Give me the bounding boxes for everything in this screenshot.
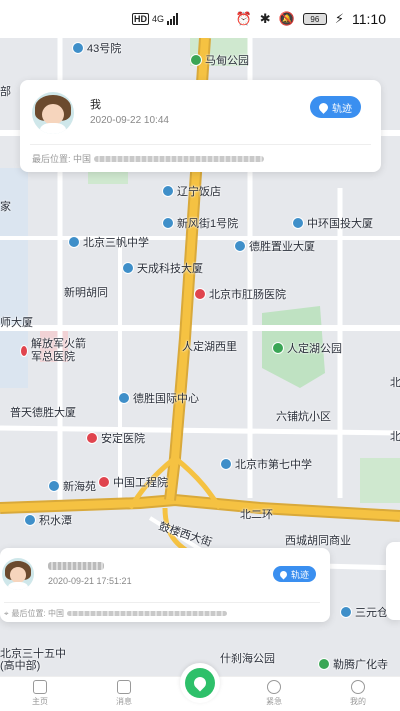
bluetooth-icon: ✱ xyxy=(259,11,271,26)
map-poi[interactable]: 北 xyxy=(390,428,400,444)
map-poi[interactable]: 人定湖公园 xyxy=(272,340,342,356)
message-icon xyxy=(117,680,131,694)
nav-emergency-label: 紧急 xyxy=(266,697,282,706)
map-poi[interactable]: 西城胡同商业 xyxy=(285,532,351,548)
map-poi[interactable]: 普天德胜大厦 xyxy=(10,404,76,420)
track-button-label: 轨迹 xyxy=(332,103,352,115)
network-type: 4G xyxy=(152,14,165,24)
battery-icon: 96 xyxy=(302,13,327,25)
clock: 11:10 xyxy=(352,11,386,27)
location-pin-icon xyxy=(191,674,209,692)
nav-messages[interactable]: 消息 xyxy=(94,680,154,707)
nav-emergency[interactable]: 紧急 xyxy=(244,680,304,707)
redacted-address xyxy=(94,155,265,162)
redacted-address xyxy=(66,611,227,616)
charging-icon: ⚡ xyxy=(334,11,344,26)
nav-mine-label: 我的 xyxy=(350,697,366,706)
map-poi[interactable]: 辽宁饭店 xyxy=(162,183,221,199)
member-timestamp: 2020-09-21 17:51:21 xyxy=(48,576,132,586)
hd-badge: HD xyxy=(132,13,149,25)
status-bar: HD 4G ⏰ ✱ 🔕 96 ⚡ 11:10 xyxy=(0,0,400,38)
divider xyxy=(4,602,320,603)
network-indicators: HD 4G xyxy=(132,13,179,25)
alarm-icon: ⏰ xyxy=(235,11,252,26)
signal-icon xyxy=(167,13,179,25)
map-poi[interactable]: 新海苑 xyxy=(48,478,96,494)
track-button[interactable]: 轨迹 xyxy=(310,96,361,118)
last-position-label: 最后位置: 中国 xyxy=(32,154,92,164)
map-poi[interactable]: 三元仓 xyxy=(340,604,388,620)
track-button[interactable]: 轨迹 xyxy=(272,566,316,582)
map-poi[interactable]: 43号院 xyxy=(72,40,121,56)
map-poi[interactable]: 北京市肛肠医院 xyxy=(194,286,286,302)
location-pin-icon xyxy=(278,569,289,579)
map-poi[interactable]: 人定湖西里 xyxy=(182,338,237,354)
home-icon xyxy=(33,680,47,694)
status-right: ⏰ ✱ 🔕 96 ⚡ 11:10 xyxy=(236,11,386,27)
map-poi[interactable]: 部 xyxy=(0,83,11,99)
map-poi[interactable]: 什刹海公园 xyxy=(220,650,275,666)
profile-icon xyxy=(351,680,365,694)
map-poi[interactable]: 勒腾广化寺 xyxy=(318,656,388,672)
location-icon: ⌖ xyxy=(4,608,9,618)
mute-icon: 🔕 xyxy=(278,11,295,26)
park-area xyxy=(360,458,400,503)
map-poi[interactable]: 天成科技大厦 xyxy=(122,260,203,276)
map-poi[interactable]: 马甸公园 xyxy=(190,52,249,68)
location-pin-icon xyxy=(317,100,330,114)
member-name-redacted xyxy=(48,560,104,572)
map-poi[interactable]: 德胜国际中心 xyxy=(118,390,199,406)
alarm-light-icon xyxy=(267,680,281,694)
map-poi[interactable]: 中国工程院 xyxy=(98,474,168,490)
last-position: 最后位置: 中国 xyxy=(32,152,265,165)
last-position: ⌖ 最后位置: 中国 xyxy=(4,608,227,619)
map-poi[interactable]: 解放军火箭军总医院 xyxy=(20,338,90,364)
map-poi[interactable]: 北 xyxy=(390,374,400,390)
member-name: 我 xyxy=(90,99,101,111)
nav-home-label: 主页 xyxy=(32,697,48,706)
map-poi[interactable]: 安定医院 xyxy=(86,430,145,446)
map-poi[interactable]: 六铺炕小区 xyxy=(276,408,331,424)
map-poi[interactable]: 师大厦 xyxy=(0,314,33,330)
track-button-label: 轨迹 xyxy=(290,569,309,580)
map-poi[interactable]: 新风街1号院 xyxy=(162,215,238,231)
nav-messages-label: 消息 xyxy=(116,697,132,706)
divider xyxy=(30,144,371,145)
nav-home[interactable]: 主页 xyxy=(10,680,70,707)
map-poi[interactable]: 家 xyxy=(0,198,11,214)
last-position-label: 最后位置: 中国 xyxy=(11,609,64,618)
map-poi[interactable]: 德胜置业大厦 xyxy=(234,238,315,254)
map-poi[interactable]: 新明胡同 xyxy=(64,284,108,300)
map-poi[interactable]: 北京三十五中(高中部) xyxy=(0,648,66,672)
member-timestamp: 2020-09-22 10:44 xyxy=(90,115,169,126)
map-poi[interactable]: 中环国投大厦 xyxy=(292,215,373,231)
next-member-card-edge[interactable] xyxy=(386,542,400,620)
map-poi[interactable]: 积水潭 xyxy=(24,512,72,528)
member-card-self[interactable]: 我 2020-09-22 10:44 轨迹 最后位置: 中国 xyxy=(20,80,381,172)
avatar xyxy=(32,92,74,134)
map-poi[interactable]: 北京三帆中学 xyxy=(68,234,149,250)
locate-center-button[interactable] xyxy=(180,663,220,703)
road-label: 北二环 xyxy=(240,509,273,521)
nav-mine[interactable]: 我的 xyxy=(328,680,388,707)
map-poi[interactable]: 北京市第七中学 xyxy=(220,456,312,472)
avatar xyxy=(2,558,34,590)
member-card[interactable]: 2020-09-21 17:51:21 轨迹 ⌖ 最后位置: 中国 xyxy=(0,548,330,622)
